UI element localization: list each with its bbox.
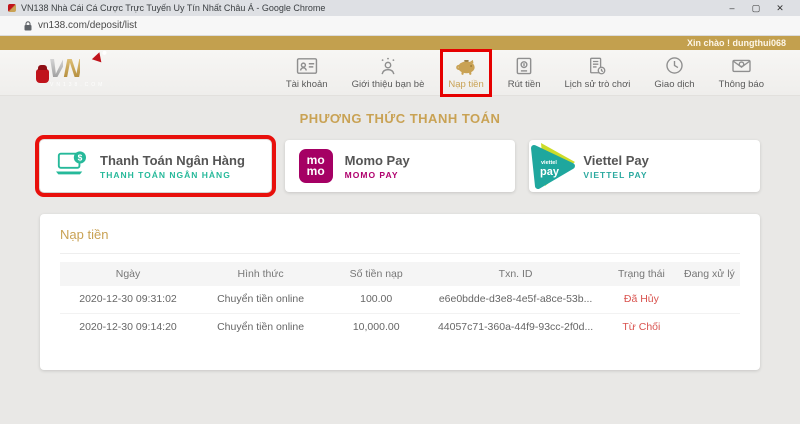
- method-title: Thanh Toán Ngân Hàng: [100, 153, 245, 168]
- nav-label: Tài khoản: [286, 79, 328, 90]
- col-amount: Số tiền nạp: [325, 262, 427, 286]
- nav-label: Lịch sử trò chơi: [565, 79, 631, 90]
- svg-text:pay: pay: [540, 166, 560, 178]
- method-title: Viettel Pay: [583, 153, 649, 168]
- santa-hat-icon: [92, 50, 104, 62]
- minimize-button[interactable]: –: [720, 0, 744, 16]
- browser-titlebar: VN138 Nhà Cái Cá Cược Trực Tuyến Uy Tín …: [0, 0, 800, 16]
- cell-date: 2020-12-30 09:31:02: [60, 286, 196, 313]
- nav-item-notifications[interactable]: Thông báo: [717, 55, 766, 91]
- cell-amount: 10,000.00: [325, 313, 427, 340]
- game-history-icon: [587, 56, 607, 76]
- lock-icon[interactable]: [24, 21, 32, 31]
- nav-label: Nạp tiền: [448, 79, 483, 90]
- window-title: VN138 Nhà Cái Cá Cược Trực Tuyến Uy Tín …: [21, 3, 720, 13]
- nav-label: Giao dịch: [654, 79, 694, 90]
- method-subtitle: THANH TOÁN NGÂN HÀNG: [100, 170, 245, 180]
- svg-text:$: $: [78, 152, 83, 162]
- nav-label: Giới thiệu bạn bè: [352, 79, 425, 90]
- bank-transfer-icon: $: [54, 149, 88, 184]
- url-bar[interactable]: vn138.com/deposit/list: [0, 16, 800, 36]
- nav-item-deposit[interactable]: Nạp tiền: [446, 55, 485, 91]
- viettelpay-logo: viettelpay: [527, 139, 579, 191]
- referral-icon: [378, 56, 398, 76]
- cell-date: 2020-12-30 09:14:20: [60, 313, 196, 340]
- col-processing: Đang xử lý: [679, 262, 740, 286]
- cell-method: Chuyển tiền online: [196, 286, 325, 313]
- nav-item-referral[interactable]: Giới thiệu bạn bè: [350, 55, 427, 91]
- top-strip: Xin chào ! dungthui068: [0, 36, 800, 50]
- method-subtitle: MOMO PAY: [345, 170, 410, 180]
- user-greeting: Xin chào ! dungthui068: [687, 38, 786, 48]
- table-row: 2020-12-30 09:31:02 Chuyển tiền online 1…: [60, 286, 740, 313]
- deposit-table: Ngày Hình thức Số tiền nạp Txn. ID Trạng…: [60, 262, 740, 340]
- status-badge: Từ Chối: [604, 313, 679, 340]
- main-nav: Tài khoản Giới thiệu bạn bè Nạp tiền Rút…: [284, 55, 766, 91]
- site-header: VN VN138.COM Tài khoản Giới thiệu bạn bè…: [0, 50, 800, 96]
- table-header-row: Ngày Hình thức Số tiền nạp Txn. ID Trạng…: [60, 262, 740, 286]
- mail-icon: [731, 56, 752, 76]
- nav-item-withdraw[interactable]: Rút tiền: [506, 55, 543, 91]
- atm-icon: [516, 56, 532, 76]
- cell-processing: [679, 313, 740, 340]
- logo-letter-v: V: [48, 53, 63, 83]
- status-badge: Đã Hủy: [604, 286, 679, 313]
- table-row: 2020-12-30 09:14:20 Chuyển tiền online 1…: [60, 313, 740, 340]
- logo-subtext: VN138.COM: [50, 82, 105, 88]
- col-method: Hình thức: [196, 262, 325, 286]
- cell-txn-id: e6e0bdde-d3e8-4e5f-a8ce-53b...: [427, 286, 604, 313]
- deposit-heading: Nạp tiền: [60, 227, 740, 254]
- momo-logo: mo mo: [299, 149, 333, 183]
- payment-methods: $ Thanh Toán Ngân Hàng THANH TOÁN NGÂN H…: [40, 140, 760, 192]
- method-card-viettel-pay[interactable]: viettelpay Viettel Pay VIETTEL PAY: [529, 140, 760, 192]
- method-card-bank-transfer[interactable]: $ Thanh Toán Ngân Hàng THANH TOÁN NGÂN H…: [40, 140, 271, 192]
- cell-processing: [679, 286, 740, 313]
- cell-txn-id: 44057c71-360a-44f9-93cc-2f0d...: [427, 313, 604, 340]
- logo-letter-n: N: [63, 53, 80, 83]
- method-card-momo-pay[interactable]: mo mo Momo Pay MOMO PAY: [285, 140, 516, 192]
- main-content: PHƯƠNG THỨC THANH TOÁN $ Thanh Toán Ngân…: [0, 96, 800, 424]
- maximize-button[interactable]: ▢: [744, 0, 768, 16]
- clock-icon: [665, 56, 684, 76]
- cell-method: Chuyển tiền online: [196, 313, 325, 340]
- id-card-icon: [296, 56, 318, 76]
- address-url[interactable]: vn138.com/deposit/list: [38, 20, 137, 31]
- method-title: Momo Pay: [345, 153, 410, 168]
- close-button[interactable]: ✕: [768, 0, 792, 16]
- nav-item-game-history[interactable]: Lịch sử trò chơi: [563, 55, 633, 91]
- deposit-history-card: Nạp tiền Ngày Hình thức Số tiền nạp Txn.…: [40, 214, 760, 370]
- site-logo[interactable]: VN VN138.COM: [30, 53, 116, 93]
- col-status: Trạng thái: [604, 262, 679, 286]
- nav-label: Thông báo: [719, 79, 764, 90]
- col-txn-id: Txn. ID: [427, 262, 604, 286]
- page-title: PHƯƠNG THỨC THANH TOÁN: [0, 96, 800, 126]
- nav-item-transactions[interactable]: Giao dịch: [652, 55, 696, 91]
- cell-amount: 100.00: [325, 286, 427, 313]
- favicon: [8, 4, 16, 12]
- method-subtitle: VIETTEL PAY: [583, 170, 649, 180]
- nav-label: Rút tiền: [508, 79, 541, 90]
- piggy-bank-icon: [454, 56, 478, 76]
- col-date: Ngày: [60, 262, 196, 286]
- nav-item-account[interactable]: Tài khoản: [284, 55, 330, 91]
